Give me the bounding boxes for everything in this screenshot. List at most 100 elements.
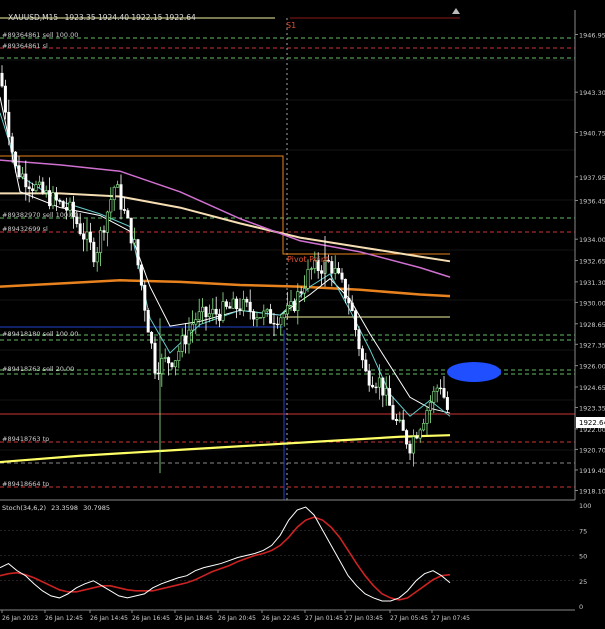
candle-body [105,211,109,233]
candle-body [48,190,52,207]
candle-body [218,313,222,321]
candle-body [391,405,395,420]
candle-body [112,187,116,200]
candle-body [442,388,446,398]
candle-body [418,429,422,439]
time-tick-label: 27 Jan 01:45 [305,615,343,622]
ohlc-values: 1923.35 1924.40 1922.15 1922.64 [65,13,196,22]
candle-body [150,331,154,344]
order-label: #89382970 sell 100.00 [2,211,78,219]
candle-body [133,239,137,244]
candle-body [197,311,201,320]
candle-body [235,298,239,310]
candle-body [177,351,181,361]
price-tick-label: 1934.00 [579,236,605,244]
candle-body [357,329,361,350]
candle-body [156,372,160,375]
candle-body [371,384,375,388]
stoch-label: Stoch(34,6,2) [2,504,46,512]
candle-body [258,317,262,319]
time-tick-label: 26 Jan 22:45 [262,615,300,622]
stoch-level-label: 25 [579,578,587,586]
candle-body [408,443,412,454]
time-tick-label: 27 Jan 03:45 [345,615,383,622]
candle-body [7,111,11,138]
candle-body [435,387,439,392]
candle-body [350,302,354,311]
price-tick-label: 1928.65 [579,321,605,329]
candle-body [85,231,89,240]
stoch-main-value: 23.3598 [51,504,78,512]
candle-body [367,370,371,386]
price-tick-label: 1932.65 [579,258,605,266]
trading-chart-window[interactable]: 1946.95 1943.30 1940.75 1937.95 1936.45 1934.… [0,0,605,625]
candle-body [102,230,106,233]
candle-body [194,319,198,325]
candle-body [61,201,65,208]
time-tick-label: 27 Jan 05:45 [390,615,428,622]
candle-body [163,357,167,359]
candle-body [160,358,164,374]
blue-highlight-marker[interactable] [447,362,501,382]
candle-body [422,423,426,431]
price-tick-label: 1926.00 [579,363,605,371]
time-tick-label: 26 Jan 18:45 [175,615,213,622]
candle-body [129,217,133,244]
price-tick-label: 1920.70 [579,446,605,454]
candle-body [139,264,143,286]
candle-body [388,388,392,406]
current-price-label: 1922.64 [579,419,605,427]
candle-body [415,436,419,439]
order-label: #89418180 sell 100.00 [2,330,78,338]
s1-label: S1 [286,21,296,30]
price-tick-label: 1924.65 [579,384,605,392]
candle-body [255,317,259,320]
candle-body [211,308,215,315]
price-chart[interactable]: 1946.95 1943.30 1940.75 1937.95 1936.45 1934.… [0,0,605,625]
price-tick-label: 1931.30 [579,279,605,287]
candle-body [116,184,120,188]
stoch-level-label: 50 [579,553,587,561]
candle-body [309,268,313,270]
order-label: #89364861 sl [2,42,48,50]
candle-body [180,335,184,352]
candle-body [37,181,41,186]
time-tick-label: 27 Jan 07:45 [432,615,470,622]
candle-body [14,151,18,166]
candle-body [377,377,381,388]
candle-body [445,397,449,410]
candle-body [173,360,177,368]
candle-body [282,313,286,319]
price-tick-label: 1923.35 [579,405,605,413]
candle-body [146,310,150,333]
symbol-title: XAUUSD,M15 [8,13,58,22]
candle-body [262,310,266,318]
candle-body [265,309,269,312]
candle-body [34,184,38,191]
candle-body [333,268,337,274]
candle-body [401,419,405,431]
candle-body [330,261,334,274]
candle-body [17,165,21,178]
candle-body [354,310,358,330]
candle-body [279,317,283,326]
candle-body [340,272,344,280]
candle-body [51,192,55,207]
candle-body [221,301,225,321]
candle-body [411,436,415,454]
candle-body [24,173,28,188]
candle-body [320,270,324,274]
price-tick-label: 1940.75 [579,130,605,138]
candle-body [337,268,341,274]
candle-body [269,309,273,324]
candle-body [374,386,378,389]
price-tick-label: 1946.95 [579,32,605,40]
candle-body [296,291,300,312]
stoch-level-label: 0 [579,603,583,611]
candle-body [207,313,211,318]
candle-body [126,210,130,219]
candle-body [78,223,82,235]
candle-body [109,199,113,213]
candle-body [360,348,364,361]
order-label: #89418664 tp [2,480,49,488]
